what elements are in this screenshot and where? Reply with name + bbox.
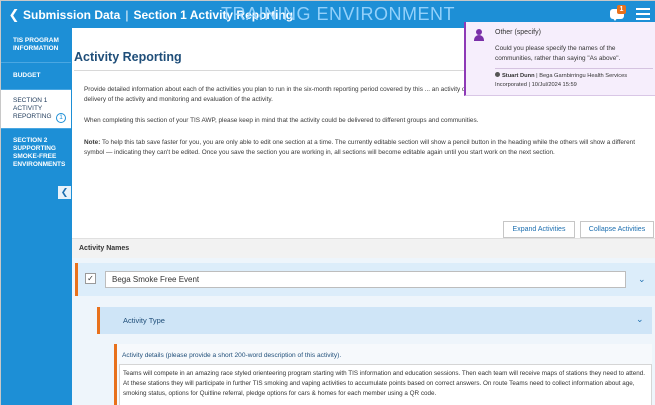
comments-button[interactable]: 1 [608,5,628,23]
activity-details-textarea[interactable]: Teams will compete in an amazing race st… [119,364,652,405]
comment-icon-tail [612,17,618,21]
page-title: Activity Reporting [74,50,182,64]
activity-details-label: Activity details (please provide a short… [122,352,342,359]
note-text: Note: To help this tab save faster for y… [84,139,635,156]
breadcrumb-root[interactable]: Submission Data [23,8,120,22]
chevron-down-icon[interactable]: ⌄ [638,274,646,285]
breadcrumb-separator: | [125,7,129,22]
activity-names-label: Activity Names [79,245,130,252]
training-watermark: TRAINING ENVIRONMENT [221,4,456,24]
comment-author: Stuart Dunn [502,73,535,79]
activity-row[interactable]: ✓ Bega Smoke Free Event ⌄ [75,263,655,296]
sidebar: TIS PROGRAM INFORMATION BUDGET SECTION 1… [1,28,71,405]
chevron-down-icon[interactable]: ⌄ [636,314,644,325]
heading-divider [74,70,469,71]
section-badge: 1 [56,113,66,123]
notification-badge: 1 [617,5,626,14]
expand-activities-button[interactable]: Expand Activities [503,221,575,238]
user-icon [495,72,500,77]
comment-meta: Stuart Dunn | Bega Garnbirringu Health S… [495,72,655,90]
comment-timestamp: Incorporated | 10/Jul/2024 15:59 [495,82,577,88]
activity-details-panel: Activity details (please provide a short… [114,344,652,405]
sidebar-item-section-2[interactable]: SECTION 2 SUPPORTING SMOKE-FREE ENVIRONM… [1,129,71,177]
back-arrow-icon[interactable]: ❮ [5,1,23,28]
sidebar-item-label: SECTION 1 ACTIVITY REPORTING [13,97,52,120]
activity-type-label: Activity Type [123,316,165,325]
activity-checkbox[interactable]: ✓ [85,273,96,284]
completing-text: When completing this section of your TIS… [84,117,479,124]
hamburger-menu-icon[interactable] [636,8,650,20]
comment-org: | Bega Garnbirringu Health Services [536,73,628,79]
sidebar-item-section-1[interactable]: SECTION 1 ACTIVITY REPORTING 1 [1,90,71,129]
activity-names-header: Activity Names [72,238,655,258]
sidebar-item-budget[interactable]: BUDGET [1,63,71,90]
comment-divider [495,68,653,69]
comment-title: Other (specify) [495,29,541,36]
activity-name-field[interactable]: Bega Smoke Free Event [105,271,626,288]
collapse-activities-button[interactable]: Collapse Activities [580,221,654,238]
activity-type-row[interactable]: Activity Type ⌄ [97,307,652,334]
sidebar-item-tis-program-information[interactable]: TIS PROGRAM INFORMATION [1,28,71,63]
collapse-sidebar-icon[interactable]: ❮ [58,186,71,199]
comment-text: Could you please specify the names of th… [495,45,621,62]
user-avatar-icon [474,29,484,41]
comment-popup: Other (specify) Could you please specify… [464,22,655,96]
